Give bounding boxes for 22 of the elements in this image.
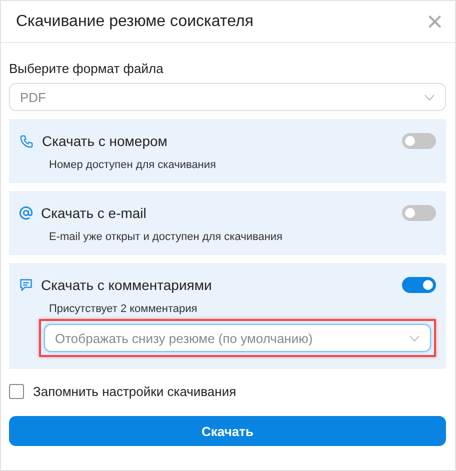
comment-icon [19, 278, 33, 292]
option-title: Скачать с номером [42, 133, 168, 149]
toggle-switch[interactable] [402, 277, 436, 293]
comments-dropdown[interactable]: Отображать снизу резюме (по умолчанию) [44, 324, 431, 352]
at-sign-icon [19, 206, 33, 220]
option-hint: Номер доступен для скачивания [49, 159, 217, 171]
chevron-icon [409, 334, 420, 342]
option-hint: Присутствует 2 комментария [49, 303, 198, 315]
chevron-icon [424, 94, 435, 100]
download-button[interactable]: Скачать [9, 416, 446, 446]
checkbox[interactable] [9, 384, 24, 399]
toggle-switch[interactable] [402, 133, 436, 149]
option-title: Скачать с e-mail [41, 205, 148, 221]
format-label: Выберите формат файла [9, 61, 164, 76]
toggle-switch[interactable] [402, 205, 436, 221]
option-hint: E-mail уже открыт и доступен для скачивания [49, 231, 284, 243]
checkbox-label: Запомнить настройки скачивания [33, 384, 236, 399]
format-dropdown[interactable]: PDF [9, 83, 446, 111]
option-title: Скачать с комментариями [41, 277, 213, 293]
dialog-title: Скачивание резюме соискателя [16, 12, 254, 30]
phone-icon [19, 134, 34, 148]
close-button[interactable]: × [426, 8, 443, 36]
